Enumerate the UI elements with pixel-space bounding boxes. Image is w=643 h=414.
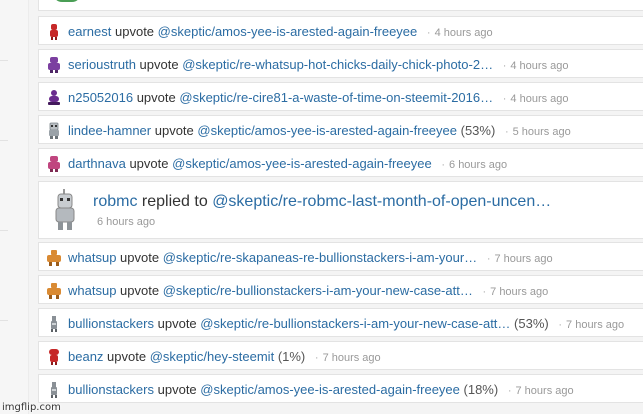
timestamp: 5 hours ago (505, 126, 571, 138)
voter-username[interactable]: n25052016 (68, 90, 133, 105)
vote-weight: (18%) (463, 382, 499, 397)
cropped-feed-item (38, 0, 643, 11)
timestamp: 7 hours ago (487, 253, 553, 265)
voter-username[interactable]: whatsup (68, 283, 116, 298)
post-link[interactable]: @skeptic/re-bullionstackers-i-am-your-ne… (200, 316, 510, 331)
feed-item-upvote: n25052016 upvote @skeptic/re-cire81-a-wa… (38, 82, 643, 111)
watermark: imgflip.com (2, 402, 61, 413)
timestamp: 4 hours ago (503, 60, 569, 72)
action-label: upvote (154, 123, 194, 138)
gray-robot-avatar-icon[interactable] (45, 381, 63, 399)
voter-username[interactable]: whatsup (68, 250, 116, 265)
orange-robot-avatar-icon[interactable] (45, 249, 63, 267)
vote-weight: (53%) (514, 316, 549, 331)
feed-item-upvote: serioustruth upvote @skeptic/re-whatsup-… (38, 49, 643, 78)
feed-item-upvote: darthnava upvote @skeptic/amos-yee-is-ar… (38, 148, 643, 177)
timestamp: 7 hours ago (508, 385, 574, 397)
timestamp: 7 hours ago (482, 286, 548, 298)
timestamp: 7 hours ago (558, 319, 624, 331)
action-label: upvote (120, 250, 160, 265)
voter-username[interactable]: darthnava (68, 156, 126, 171)
post-link[interactable]: @skeptic/amos-yee-is-arested-again-freey… (172, 156, 432, 171)
purple-robot-avatar-icon[interactable] (45, 89, 63, 107)
voter-username[interactable]: beanz (68, 349, 103, 364)
red-robot-avatar-icon[interactable] (45, 23, 63, 41)
timestamp: 7 hours ago (315, 352, 381, 364)
timestamp: 6 hours ago (441, 159, 507, 171)
action-label: upvote (120, 283, 160, 298)
silver-robot-avatar-icon[interactable] (51, 189, 79, 231)
post-link[interactable]: @skeptic/re-whatsup-hot-chicks-daily-chi… (182, 57, 493, 72)
voter-username[interactable]: serioustruth (68, 57, 136, 72)
vote-weight: (53%) (460, 123, 496, 138)
reply-action-label: replied to (141, 193, 208, 210)
green-avatar-icon (53, 0, 81, 2)
feed-item-upvote: whatsup upvote @skeptic/re-bullionstacke… (38, 275, 643, 304)
post-link[interactable]: @skeptic/re-skapaneas-re-bullionstackers… (163, 250, 477, 265)
reply-timestamp: 6 hours ago (97, 216, 156, 228)
timestamp: 4 hours ago (503, 93, 569, 105)
voter-username[interactable]: earnest (68, 24, 111, 39)
voter-username[interactable]: lindee-hamner (68, 123, 151, 138)
feed-item-upvote: bullionstackers upvote @skeptic/amos-yee… (38, 374, 643, 403)
post-link[interactable]: @skeptic/hey-steemit (150, 349, 274, 364)
feed-item-upvote: beanz upvote @skeptic/hey-steemit (1%) 7… (38, 341, 643, 370)
feed-item-upvote: earnest upvote @skeptic/amos-yee-is-ares… (38, 16, 643, 45)
post-link[interactable]: @skeptic/amos-yee-is-arested-again-freey… (197, 123, 457, 138)
left-gutter (0, 0, 29, 414)
action-label: upvote (139, 57, 179, 72)
voter-username[interactable]: bullionstackers (68, 382, 154, 397)
feed-item-upvote: whatsup upvote @skeptic/re-skapaneas-re-… (38, 242, 643, 271)
gray-robot-avatar-icon[interactable] (45, 315, 63, 333)
gray-robot-avatar-icon[interactable] (45, 122, 63, 140)
action-label: upvote (115, 24, 155, 39)
reply-post-link[interactable]: @skeptic/re-robmc-last-month-of-open-unc… (212, 193, 551, 210)
action-label: upvote (136, 90, 176, 105)
feed-item-upvote: lindee-hamner upvote @skeptic/amos-yee-i… (38, 115, 643, 144)
orange-robot-avatar-icon[interactable] (45, 282, 63, 300)
red-robot-avatar-icon[interactable] (45, 348, 63, 366)
action-label: upvote (107, 349, 147, 364)
activity-feed: earnest upvote @skeptic/amos-yee-is-ares… (38, 0, 643, 414)
post-link[interactable]: @skeptic/amos-yee-is-arested-again-freey… (158, 24, 418, 39)
pink-robot-avatar-icon[interactable] (45, 155, 63, 173)
feed-item-upvote: bullionstackers upvote @skeptic/re-bulli… (38, 308, 643, 337)
reply-username[interactable]: robmc (93, 193, 137, 210)
post-link[interactable]: @skeptic/amos-yee-is-arested-again-freey… (200, 382, 460, 397)
action-label: upvote (129, 156, 169, 171)
action-label: upvote (157, 382, 197, 397)
purple-robot-avatar-icon[interactable] (45, 56, 63, 74)
activity-page: earnest upvote @skeptic/amos-yee-is-ares… (0, 0, 643, 414)
timestamp: 4 hours ago (427, 27, 493, 39)
action-label: upvote (157, 316, 197, 331)
post-link[interactable]: @skeptic/re-cire81-a-waste-of-time-on-st… (179, 90, 493, 105)
vote-weight: (1%) (277, 349, 306, 364)
voter-username[interactable]: bullionstackers (68, 316, 154, 331)
feed-item-reply: robmc replied to @skeptic/re-robmc-last-… (38, 181, 643, 239)
post-link[interactable]: @skeptic/re-bullionstackers-i-am-your-ne… (163, 283, 473, 298)
